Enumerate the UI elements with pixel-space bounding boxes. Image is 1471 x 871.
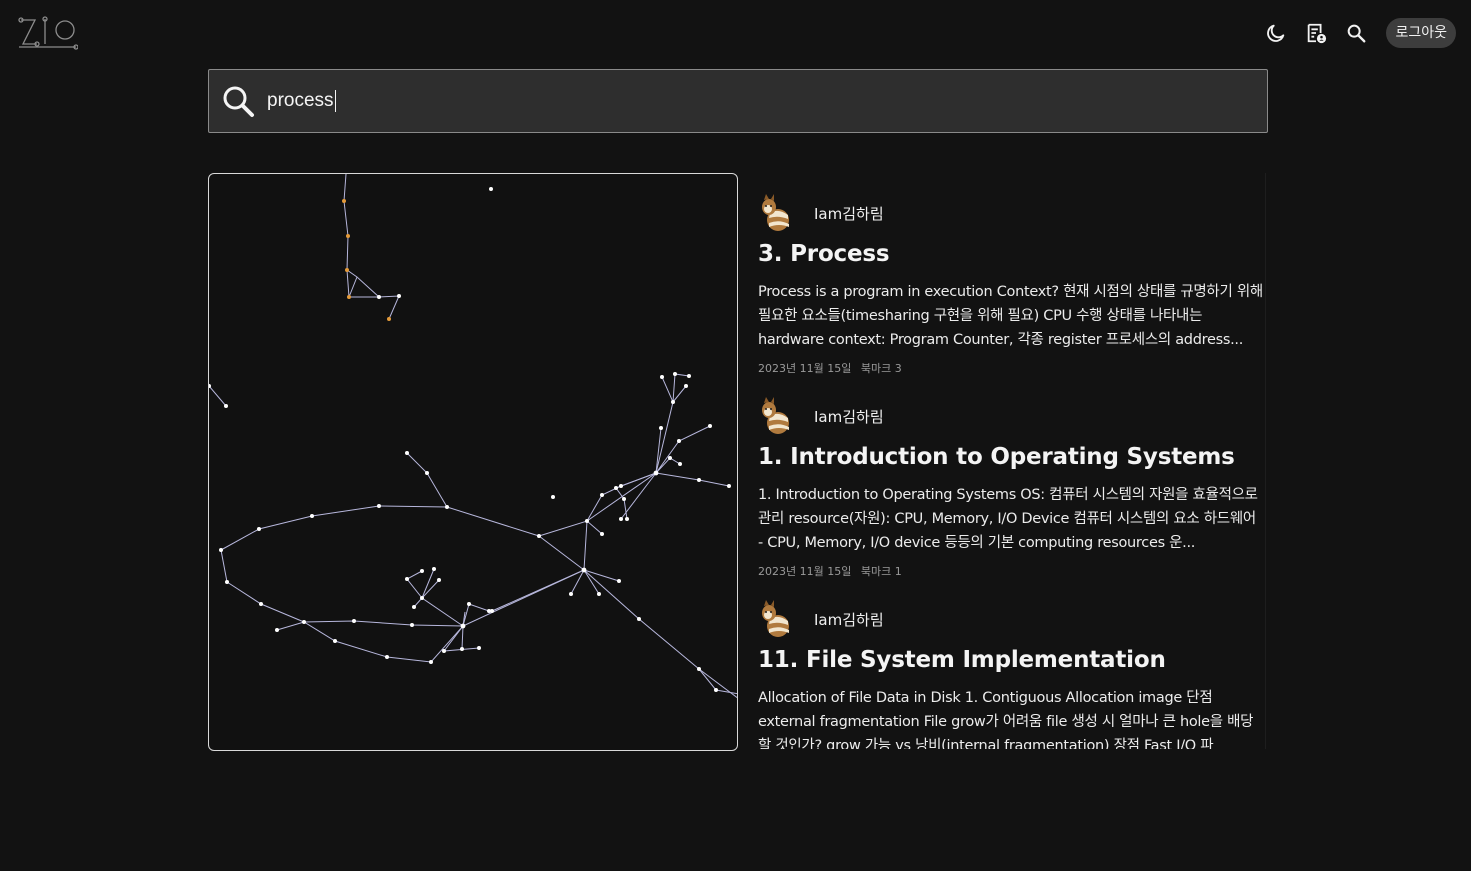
knowledge-graph-panel[interactable] bbox=[208, 173, 738, 751]
author-name[interactable]: Iam김하림 bbox=[814, 203, 884, 224]
avatar bbox=[762, 600, 789, 637]
avatar bbox=[762, 397, 789, 434]
zio-logo[interactable] bbox=[18, 16, 79, 50]
search-bar[interactable]: process bbox=[208, 69, 1268, 133]
author-row[interactable]: Iam김하림 bbox=[758, 599, 1265, 639]
search-input-wrap[interactable]: process bbox=[267, 90, 336, 112]
result-card[interactable]: Iam김하림 3. Process Process is a program i… bbox=[758, 173, 1265, 376]
moon-icon bbox=[1267, 24, 1285, 42]
bookmark-count: 북마크 1 bbox=[860, 565, 902, 578]
author-row[interactable]: Iam김하림 bbox=[758, 193, 1265, 233]
search-icon bbox=[1348, 24, 1366, 43]
post-title[interactable]: 1. Introduction to Operating Systems bbox=[758, 444, 1265, 470]
search-input[interactable]: process bbox=[267, 90, 334, 112]
author-name[interactable]: Iam김하림 bbox=[814, 609, 884, 630]
knowledge-graph[interactable] bbox=[209, 174, 738, 751]
post-date: 2023년 11월 15일 bbox=[758, 565, 852, 578]
header-actions: 로그아웃 bbox=[1262, 18, 1456, 48]
author-row[interactable]: Iam김하림 bbox=[758, 396, 1265, 436]
bookmark-count: 북마크 3 bbox=[860, 362, 902, 375]
my-notes-button[interactable] bbox=[1302, 19, 1330, 47]
result-card[interactable]: Iam김하림 11. File System Implementation Al… bbox=[758, 579, 1265, 749]
search-results-list[interactable]: Iam김하림 3. Process Process is a program i… bbox=[758, 173, 1266, 749]
post-excerpt[interactable]: Allocation of File Data in Disk 1. Conti… bbox=[758, 686, 1265, 749]
post-meta: 2023년 11월 15일 북마크 1 bbox=[758, 563, 1265, 579]
zio-logo-mark bbox=[18, 16, 79, 50]
search-icon bbox=[223, 86, 254, 117]
header-search-button[interactable] bbox=[1342, 19, 1370, 47]
theme-toggle-button[interactable] bbox=[1262, 19, 1290, 47]
post-excerpt[interactable]: Process is a program in execution Contex… bbox=[758, 280, 1265, 352]
post-title[interactable]: 11. File System Implementation bbox=[758, 647, 1265, 673]
logout-button[interactable]: 로그아웃 bbox=[1386, 18, 1456, 48]
author-name[interactable]: Iam김하림 bbox=[814, 406, 884, 427]
post-excerpt[interactable]: 1. Introduction to Operating Systems OS:… bbox=[758, 483, 1265, 555]
post-title[interactable]: 3. Process bbox=[758, 241, 1265, 267]
result-card[interactable]: Iam김하림 1. Introduction to Operating Syst… bbox=[758, 376, 1265, 579]
notes-icon bbox=[1308, 23, 1327, 44]
text-caret bbox=[334, 90, 336, 112]
post-date: 2023년 11월 15일 bbox=[758, 362, 852, 375]
avatar bbox=[762, 194, 789, 231]
post-meta: 2023년 11월 15일 북마크 3 bbox=[758, 360, 1265, 376]
